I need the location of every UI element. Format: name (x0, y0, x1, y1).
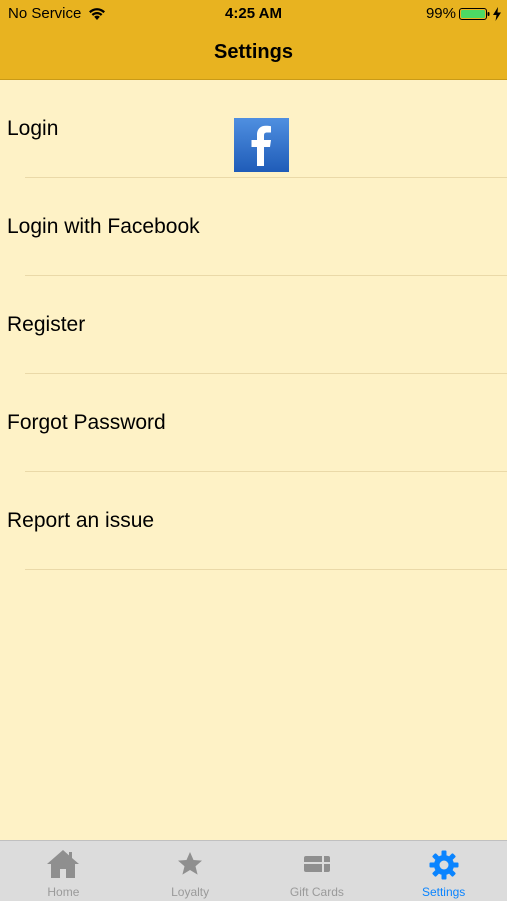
tab-label: Gift Cards (289, 885, 344, 899)
menu-item-register[interactable]: Register (0, 276, 507, 374)
tab-label: Home (47, 885, 80, 899)
status-bar: No Service 4:25 AM 99% (0, 0, 507, 28)
gear-icon (429, 850, 459, 880)
navigation-bar: Settings (0, 28, 507, 80)
menu-item-label: Forgot Password (7, 411, 166, 434)
menu-item-label: Login (7, 117, 59, 140)
menu-item-label: Report an issue (7, 509, 155, 532)
menu-item-login-facebook[interactable]: Login with Facebook (0, 178, 507, 276)
star-icon (178, 852, 203, 875)
menu-item-label: Login with Facebook (7, 215, 200, 238)
status-battery: 99% (426, 5, 501, 22)
battery-icon (459, 7, 490, 20)
tab-settings[interactable]: Settings (380, 841, 507, 901)
tab-gift-cards[interactable]: Gift Cards (254, 841, 381, 901)
charging-bolt-icon (493, 6, 501, 21)
tab-loyalty[interactable]: Loyalty (127, 841, 254, 901)
home-icon (47, 850, 80, 878)
menu-item-forgot-password[interactable]: Forgot Password (0, 374, 507, 472)
tab-home[interactable]: Home (0, 841, 127, 901)
menu-item-report-issue[interactable]: Report an issue (0, 472, 507, 570)
facebook-icon[interactable] (234, 118, 289, 172)
page-title: Settings (214, 41, 293, 63)
menu-item-label: Register (7, 313, 86, 336)
tab-label: Settings (421, 885, 466, 899)
gift-card-icon (303, 856, 330, 872)
tab-label: Loyalty (171, 885, 210, 899)
tab-bar: Home Loyalty Gift Cards Settings (0, 840, 507, 901)
battery-percent: 99% (425, 5, 456, 22)
